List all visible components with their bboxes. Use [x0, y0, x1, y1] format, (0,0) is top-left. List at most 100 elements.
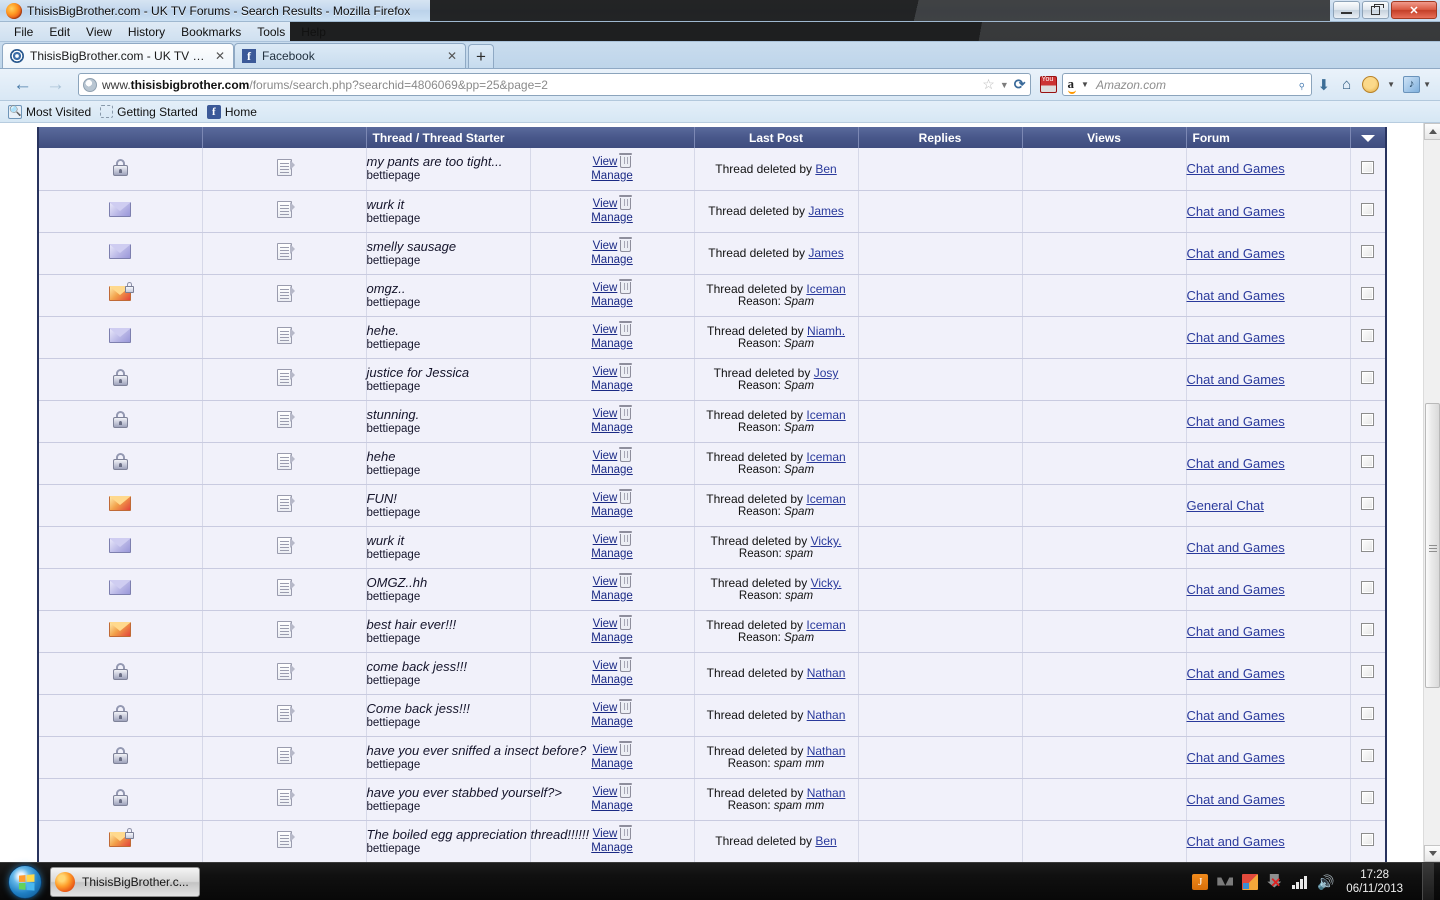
thread-cell[interactable]: The boiled egg appreciation thread!!!!!!…: [366, 820, 590, 862]
url-bar[interactable]: www.thisisbigbrother.com/forums/search.p…: [78, 73, 1031, 96]
row-checkbox[interactable]: [1361, 707, 1375, 720]
table-row[interactable]: wurk it bettiepage View Manage Thread delete…: [38, 526, 1387, 569]
view-link[interactable]: View: [593, 239, 618, 253]
view-link[interactable]: View: [593, 407, 618, 421]
thread-title[interactable]: have you ever sniffed a insect before?: [367, 743, 587, 758]
bookmark-getting-started[interactable]: Getting Started: [98, 105, 205, 119]
thread-title[interactable]: The boiled egg appreciation thread!!!!!!: [367, 827, 590, 842]
minimize-button[interactable]: [1333, 1, 1360, 19]
smiley-addon-icon[interactable]: [1362, 76, 1380, 93]
thread-cell[interactable]: hehe bettiepage: [366, 442, 531, 485]
manage-link[interactable]: Manage: [591, 631, 633, 645]
thread-starter[interactable]: bettiepage: [367, 842, 530, 856]
manage-link[interactable]: Manage: [591, 337, 633, 351]
forum-link[interactable]: Chat and Games: [1187, 750, 1285, 765]
header-forum[interactable]: Forum: [1186, 127, 1351, 148]
view-link[interactable]: View: [593, 449, 618, 463]
manage-link[interactable]: Manage: [591, 253, 633, 267]
thread-cell[interactable]: wurk it bettiepage: [366, 526, 531, 569]
forum-link[interactable]: Chat and Games: [1187, 372, 1285, 387]
row-checkbox[interactable]: [1361, 455, 1375, 468]
thread-starter[interactable]: bettiepage: [367, 548, 530, 562]
thread-cell[interactable]: omgz.. bettiepage: [366, 274, 531, 317]
search-bar[interactable]: a ▼ Amazon.com ⌕: [1061, 73, 1312, 96]
table-row[interactable]: FUN! bettiepage View Manage Thread deleted b…: [38, 484, 1387, 527]
view-link[interactable]: View: [593, 659, 618, 673]
manage-link[interactable]: Manage: [591, 841, 633, 855]
table-row[interactable]: Come back jess!!! bettiepage View Manage Thr…: [38, 694, 1387, 737]
thread-cell[interactable]: Come back jess!!! bettiepage: [366, 694, 531, 737]
trash-icon[interactable]: [619, 152, 633, 168]
deleted-by-user-link[interactable]: Ben: [815, 834, 836, 848]
thread-starter[interactable]: bettiepage: [367, 632, 530, 646]
thread-starter[interactable]: bettiepage: [367, 338, 530, 352]
forum-link[interactable]: General Chat: [1187, 498, 1264, 513]
view-link[interactable]: View: [593, 827, 618, 841]
forum-link[interactable]: Chat and Games: [1187, 161, 1285, 176]
close-button[interactable]: ✕: [1391, 1, 1437, 19]
thread-starter[interactable]: bettiepage: [367, 296, 530, 310]
music-addon-icon[interactable]: ♪: [1403, 76, 1421, 93]
header-lastpost[interactable]: Last Post: [694, 127, 859, 148]
table-row[interactable]: have you ever sniffed a insect before? be…: [38, 736, 1387, 779]
header-thread[interactable]: Thread / Thread Starter: [366, 127, 695, 148]
forum-link[interactable]: Chat and Games: [1187, 456, 1285, 471]
thread-title[interactable]: stunning.: [367, 407, 530, 422]
addon-chevron-icon[interactable]: ▼: [1384, 80, 1398, 89]
view-link[interactable]: View: [593, 197, 618, 211]
downloads-icon[interactable]: ⬇: [1318, 76, 1331, 94]
manage-link[interactable]: Manage: [591, 547, 633, 561]
manage-link[interactable]: Manage: [591, 421, 633, 435]
thread-starter[interactable]: bettiepage: [367, 758, 530, 772]
manage-link[interactable]: Manage: [591, 379, 633, 393]
forum-link[interactable]: Chat and Games: [1187, 204, 1285, 219]
manage-link[interactable]: Manage: [591, 589, 633, 603]
forum-link[interactable]: Chat and Games: [1187, 834, 1285, 849]
music-chevron-icon[interactable]: ▼: [1420, 80, 1434, 89]
manage-link[interactable]: Manage: [591, 757, 633, 771]
table-row[interactable]: justice for Jessica bettiepage View Manage T…: [38, 358, 1387, 401]
manage-link[interactable]: Manage: [591, 463, 633, 477]
view-link[interactable]: View: [593, 281, 618, 295]
deleted-by-user-link[interactable]: James: [808, 204, 843, 218]
trash-icon[interactable]: [619, 405, 633, 420]
tab-facebook[interactable]: f Facebook ✕: [234, 43, 466, 68]
thread-starter[interactable]: bettiepage: [367, 464, 530, 478]
search-input[interactable]: Amazon.com: [1096, 78, 1294, 92]
row-checkbox[interactable]: [1361, 160, 1375, 174]
thread-cell[interactable]: smelly sausage bettiepage: [366, 232, 531, 275]
row-checkbox[interactable]: [1361, 791, 1375, 804]
deleted-by-user-link[interactable]: Iceman: [806, 408, 845, 422]
forum-link[interactable]: Chat and Games: [1187, 540, 1285, 555]
table-row[interactable]: come back jess!!! bettiepage View Manage Thr…: [38, 652, 1387, 695]
trash-icon[interactable]: [619, 657, 633, 672]
thread-starter[interactable]: bettiepage: [367, 212, 530, 226]
colors-icon[interactable]: [1242, 873, 1259, 890]
thread-cell[interactable]: have you ever sniffed a insect before? be…: [366, 736, 587, 779]
view-link[interactable]: View: [593, 701, 618, 715]
bookmark-most-visited[interactable]: 🔍 Most Visited: [6, 104, 98, 119]
thread-cell[interactable]: hehe. bettiepage: [366, 316, 531, 359]
table-row[interactable]: have you ever stabbed yourself?> bettiepa…: [38, 778, 1387, 821]
thread-title[interactable]: hehe: [367, 449, 530, 464]
deleted-by-user-link[interactable]: Iceman: [806, 282, 845, 296]
thread-starter[interactable]: bettiepage: [367, 590, 530, 604]
table-row[interactable]: The boiled egg appreciation thread!!!!!!…: [38, 820, 1387, 862]
forum-link[interactable]: Chat and Games: [1187, 666, 1285, 681]
table-row[interactable]: smelly sausage bettiepage View Manage Thread…: [38, 232, 1387, 275]
row-checkbox[interactable]: [1361, 665, 1375, 678]
row-checkbox[interactable]: [1361, 329, 1375, 342]
thread-title[interactable]: my pants are too tight...: [367, 154, 530, 169]
deleted-by-user-link[interactable]: Iceman: [806, 492, 845, 506]
chevron-down-icon[interactable]: ▼: [1000, 80, 1009, 90]
deleted-by-user-link[interactable]: Iceman: [806, 618, 845, 632]
row-checkbox[interactable]: [1361, 371, 1375, 384]
manage-link[interactable]: Manage: [591, 799, 633, 813]
manage-link[interactable]: Manage: [591, 715, 633, 729]
deleted-by-user-link[interactable]: Nathan: [807, 744, 846, 758]
view-link[interactable]: View: [593, 785, 618, 799]
search-engine-chevron-icon[interactable]: ▼: [1078, 80, 1092, 89]
manage-link[interactable]: Manage: [591, 169, 633, 183]
bookmark-home[interactable]: f Home: [205, 104, 264, 119]
forum-link[interactable]: Chat and Games: [1187, 288, 1285, 303]
